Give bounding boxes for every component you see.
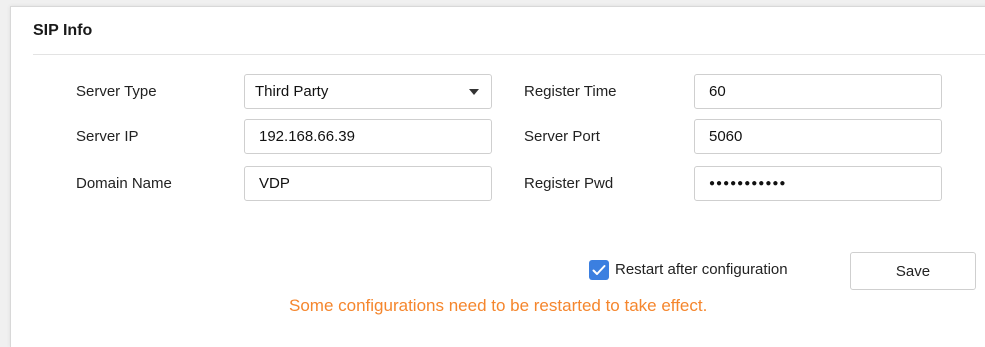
server-type-select[interactable]: Third Party [244,74,492,109]
register-time-input[interactable]: 60 [694,74,942,109]
restart-notice: Some configurations need to be restarted… [289,296,708,315]
section-title: SIP Info [33,22,93,39]
restart-checkbox-label[interactable]: Restart after configuration [615,261,788,278]
save-button[interactable]: Save [850,252,976,290]
server-type-label: Server Type [76,83,157,100]
server-type-value: Third Party [255,83,329,100]
section-divider [33,54,985,55]
server-port-input[interactable]: 5060 [694,119,942,154]
server-ip-input[interactable]: 192.168.66.39 [244,119,492,154]
domain-name-input[interactable]: VDP [244,166,492,201]
domain-name-label: Domain Name [76,175,172,192]
register-pwd-label: Register Pwd [524,175,614,192]
checkmark-icon [592,265,606,275]
chevron-down-icon [469,89,479,95]
server-ip-label: Server IP [76,128,139,145]
register-pwd-input[interactable]: ●●●●●●●●●●● [694,166,942,201]
restart-checkbox[interactable] [589,260,609,280]
server-port-label: Server Port [524,128,600,145]
register-time-label: Register Time [524,83,617,100]
